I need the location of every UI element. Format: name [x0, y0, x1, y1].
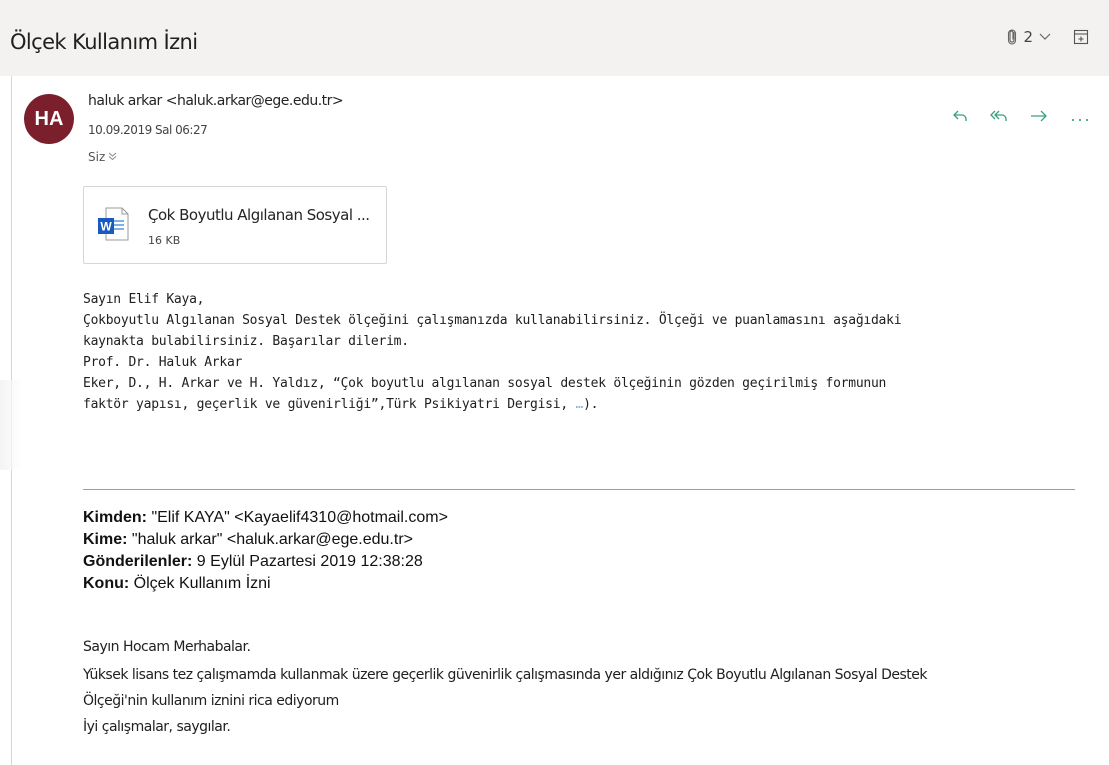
- forward-icon[interactable]: [1030, 108, 1048, 129]
- recipient-line[interactable]: Siz: [88, 150, 117, 164]
- reply-all-icon[interactable]: [990, 108, 1008, 129]
- chevron-down-icon[interactable]: [1039, 33, 1051, 41]
- reply-line: Sayın Elif Kaya,: [83, 292, 205, 307]
- original-body-line: İyi çalışmalar, saygılar.: [83, 719, 231, 735]
- reply-line-text: faktör yapısı, geçerlik ve güvenirliği”,…: [83, 397, 576, 412]
- more-actions-icon[interactable]: ···: [1070, 110, 1091, 128]
- original-body-line: Yüksek lisans tez çalışmamda kullanmak ü…: [83, 667, 928, 683]
- paperclip-icon[interactable]: [1007, 29, 1017, 45]
- quote-divider: [83, 489, 1075, 490]
- subject-value: Ölçek Kullanım İzni: [129, 575, 271, 592]
- reply-line-end: ).: [583, 397, 599, 412]
- reply-line: kaynakta bulabilirsiniz. Başarılar diler…: [83, 334, 409, 349]
- attachment-size: 16 KB: [148, 234, 181, 247]
- to-label: Kime:: [83, 531, 128, 548]
- recipient-name: Siz: [88, 150, 106, 164]
- svg-text:W: W: [100, 220, 112, 234]
- reply-line: Çokboyutlu Algılanan Sosyal Destek ölçeğ…: [83, 313, 902, 328]
- truncated-link[interactable]: …: [575, 397, 583, 412]
- sent-value: 9 Eylül Pazartesi 2019 12:38:28: [192, 553, 423, 570]
- original-body-line: Sayın Hocam Merhabalar.: [83, 639, 251, 655]
- attachment-card[interactable]: W Çok Boyutlu Algılanan Sosyal ... 16 KB: [83, 186, 387, 264]
- message-header: Ölçek Kullanım İzni 2: [0, 0, 1109, 76]
- expand-recipients-icon[interactable]: [108, 150, 117, 164]
- original-to: Kime: "haluk arkar" <haluk.arkar@ege.edu…: [83, 531, 413, 549]
- word-doc-icon: W: [96, 206, 130, 247]
- from-label: Kimden:: [83, 509, 147, 526]
- reply-line: faktör yapısı, geçerlik ve güvenirliği”,…: [83, 397, 598, 412]
- sender-avatar[interactable]: HA: [24, 94, 74, 144]
- original-from: Kimden: "Elif KAYA" <Kayaelif4310@hotmai…: [83, 509, 448, 527]
- reply-icon[interactable]: [952, 108, 968, 129]
- message-date: 10.09.2019 Sal 06:27: [88, 123, 208, 137]
- from-value: "Elif KAYA" <Kayaelif4310@hotmail.com>: [147, 509, 448, 526]
- sent-label: Gönderilenler:: [83, 553, 193, 570]
- reply-line: Prof. Dr. Haluk Arkar: [83, 355, 243, 370]
- sender-address[interactable]: haluk arkar <haluk.arkar@ege.edu.tr>: [88, 93, 344, 109]
- reply-line: Eker, D., H. Arkar ve H. Yaldız, “Çok bo…: [83, 376, 887, 391]
- subject-label: Konu:: [83, 575, 130, 592]
- header-tools: 2: [1007, 28, 1089, 46]
- original-body-line: Ölçeği'nin kullanım iznini rica ediyorum: [83, 693, 339, 709]
- attachment-count[interactable]: 2: [1023, 28, 1033, 46]
- original-sent: Gönderilenler: 9 Eylül Pazartesi 2019 12…: [83, 553, 423, 571]
- popout-icon[interactable]: [1073, 29, 1089, 45]
- message-actions: ···: [952, 108, 1091, 129]
- background-watermark: [0, 380, 22, 470]
- to-value: "haluk arkar" <haluk.arkar@ege.edu.tr>: [127, 531, 413, 548]
- original-subject: Konu: Ölçek Kullanım İzni: [83, 575, 271, 593]
- attachment-name: Çok Boyutlu Algılanan Sosyal ...: [148, 206, 370, 224]
- message-subject: Ölçek Kullanım İzni: [10, 30, 198, 54]
